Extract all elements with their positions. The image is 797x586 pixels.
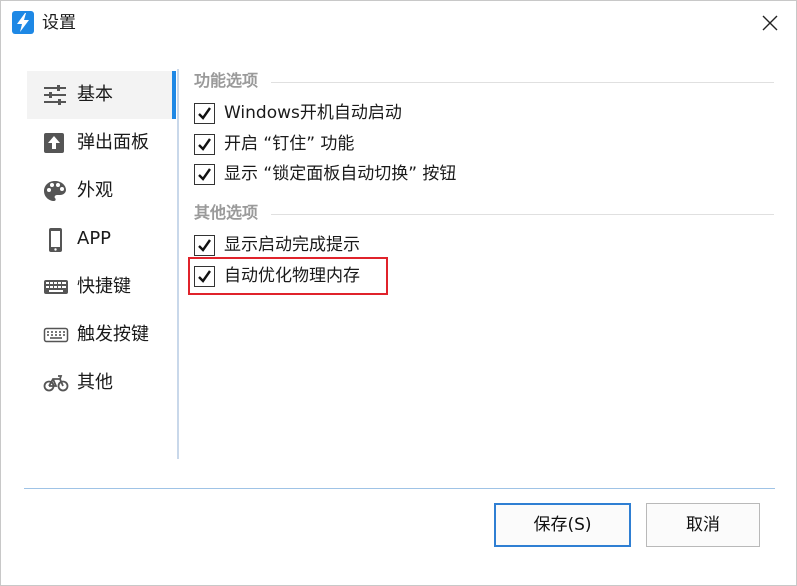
- checkbox[interactable]: [194, 235, 215, 256]
- keyboard-icon: [43, 276, 68, 298]
- highlight-box: [188, 257, 388, 295]
- sidebar-item-label: 基本: [77, 84, 113, 105]
- cancel-button[interactable]: 取消: [646, 503, 760, 547]
- option-label: 开启 “钉住” 功能: [224, 134, 355, 154]
- checkbox[interactable]: [194, 164, 215, 185]
- sidebar-item-label: 其他: [77, 372, 113, 393]
- checkbox[interactable]: [194, 134, 215, 155]
- section-title-features: 功能选项: [194, 71, 259, 90]
- palette-icon: [43, 180, 67, 202]
- checkmark-icon: [198, 239, 211, 252]
- section-divider: [271, 82, 774, 83]
- option-label: 显示 “锁定面板自动切换” 按钮: [224, 164, 457, 184]
- checkmark-icon: [198, 138, 211, 151]
- section-divider: [271, 214, 774, 215]
- sidebar-item-label: 触发按键: [77, 324, 149, 345]
- footer-divider: [24, 488, 775, 489]
- option-label: 显示启动完成提示: [224, 235, 360, 255]
- window-title: 设置: [42, 13, 76, 33]
- bolt-icon: [12, 11, 34, 34]
- save-button[interactable]: 保存(S): [494, 503, 631, 547]
- sidebar-item-label: 弹出面板: [77, 132, 149, 153]
- option-startup-notice[interactable]: 显示启动完成提示: [194, 233, 374, 257]
- upload-arrow-icon: [43, 132, 67, 154]
- settings-window: 设置 基本 弹出面板 外观 APP 快捷键 触发按键 其他 功能选项 Windo…: [0, 0, 797, 586]
- option-autostart[interactable]: Windows开机自动启动: [194, 101, 434, 125]
- sidebar-item-label: APP: [77, 228, 112, 249]
- section-title-other: 其他选项: [194, 203, 259, 222]
- sidebar-item-other[interactable]: 其他: [27, 359, 175, 407]
- keyboard-outline-icon: [43, 324, 69, 346]
- sidebar-item-popup-panel[interactable]: 弹出面板: [27, 119, 175, 167]
- sidebar-divider: [177, 69, 179, 459]
- active-indicator: [172, 71, 176, 119]
- option-label: Windows开机自动启动: [224, 103, 402, 123]
- sidebar-item-basic[interactable]: 基本: [27, 71, 175, 119]
- sliders-icon: [43, 84, 67, 106]
- sidebar-item-appearance[interactable]: 外观: [27, 167, 175, 215]
- bicycle-icon: [43, 372, 69, 394]
- sidebar-item-trigger-keys[interactable]: 触发按键: [27, 311, 175, 359]
- title-bar: 设置: [1, 1, 796, 45]
- checkbox[interactable]: [194, 103, 215, 124]
- sidebar-item-label: 外观: [77, 180, 113, 201]
- checkmark-icon: [198, 168, 211, 181]
- phone-icon: [43, 228, 67, 252]
- sidebar-item-hotkeys[interactable]: 快捷键: [27, 263, 175, 311]
- close-button[interactable]: [744, 1, 796, 45]
- close-icon: [762, 15, 778, 31]
- option-pin[interactable]: 开启 “钉住” 功能: [194, 132, 374, 156]
- sidebar-item-label: 快捷键: [77, 276, 131, 297]
- sidebar-item-app[interactable]: APP: [27, 215, 175, 263]
- option-lock-panel-button[interactable]: 显示 “锁定面板自动切换” 按钮: [194, 162, 474, 186]
- checkmark-icon: [198, 107, 211, 120]
